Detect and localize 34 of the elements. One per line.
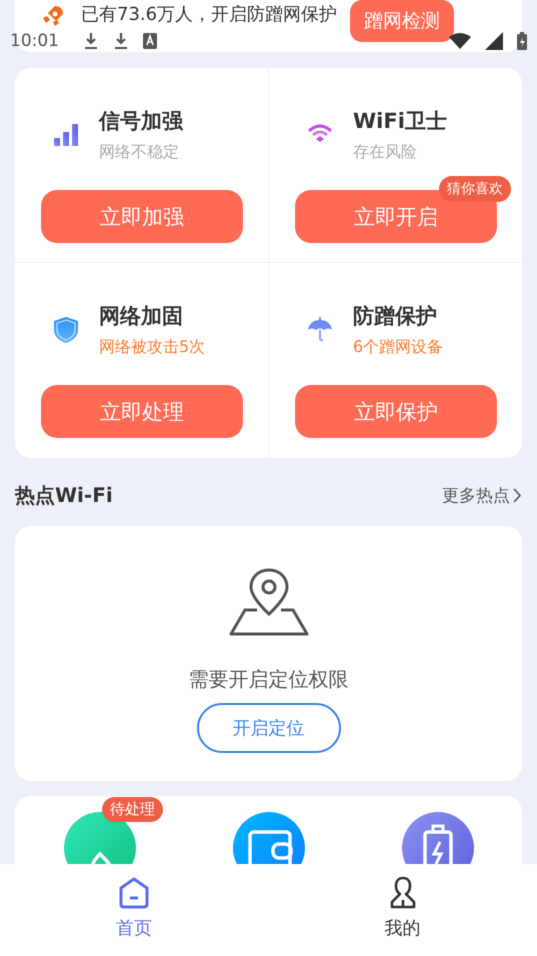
signal-icon — [485, 32, 503, 50]
action-button[interactable]: 立即加强 — [41, 190, 243, 243]
tool-title: 防蹭保护 — [353, 303, 438, 329]
enable-location-button[interactable]: 开启定位 — [196, 703, 340, 753]
tool-status: 6个蹭网设备 — [353, 337, 444, 357]
wifi-icon — [449, 33, 471, 49]
pending-badge: 待处理 — [102, 797, 163, 822]
download-icon — [83, 32, 99, 50]
section-title: 热点Wi-Fi — [15, 482, 113, 508]
status-time: 10:01 — [10, 31, 59, 51]
more-link[interactable]: 更多热点 — [442, 484, 522, 506]
shield-icon — [53, 316, 79, 344]
location-message: 需要开启定位权限 — [188, 666, 348, 693]
nav-tab[interactable]: 首页 — [0, 864, 268, 956]
banner-text: 已有73.6万人，开启防蹭网保护 — [81, 3, 338, 27]
tool-title: 网络加固 — [99, 303, 184, 329]
map-pin-icon — [228, 566, 308, 636]
tool-title: 信号加强 — [99, 108, 183, 134]
action-button[interactable]: 立即保护 — [295, 385, 497, 438]
tool-title: WiFi卫士 — [353, 108, 447, 134]
rocket-icon — [41, 4, 65, 28]
download-icon — [113, 32, 129, 50]
umbrella-icon — [307, 316, 333, 344]
tool-status: 存在风险 — [353, 142, 418, 162]
nav-tab[interactable]: 我的 — [268, 864, 537, 956]
tool-status: 网络不稳定 — [99, 142, 180, 162]
tool-status: 网络被攻击5次 — [99, 337, 206, 357]
keyboard-icon — [143, 33, 157, 49]
signal-bars-icon — [53, 121, 79, 149]
chevron-icon — [513, 488, 522, 502]
detect-button[interactable]: 蹭网检测 — [350, 0, 454, 42]
action-button[interactable]: 立即处理 — [41, 385, 243, 438]
recommend-badge: 猜你喜欢 — [439, 176, 511, 202]
home-icon — [118, 876, 150, 910]
